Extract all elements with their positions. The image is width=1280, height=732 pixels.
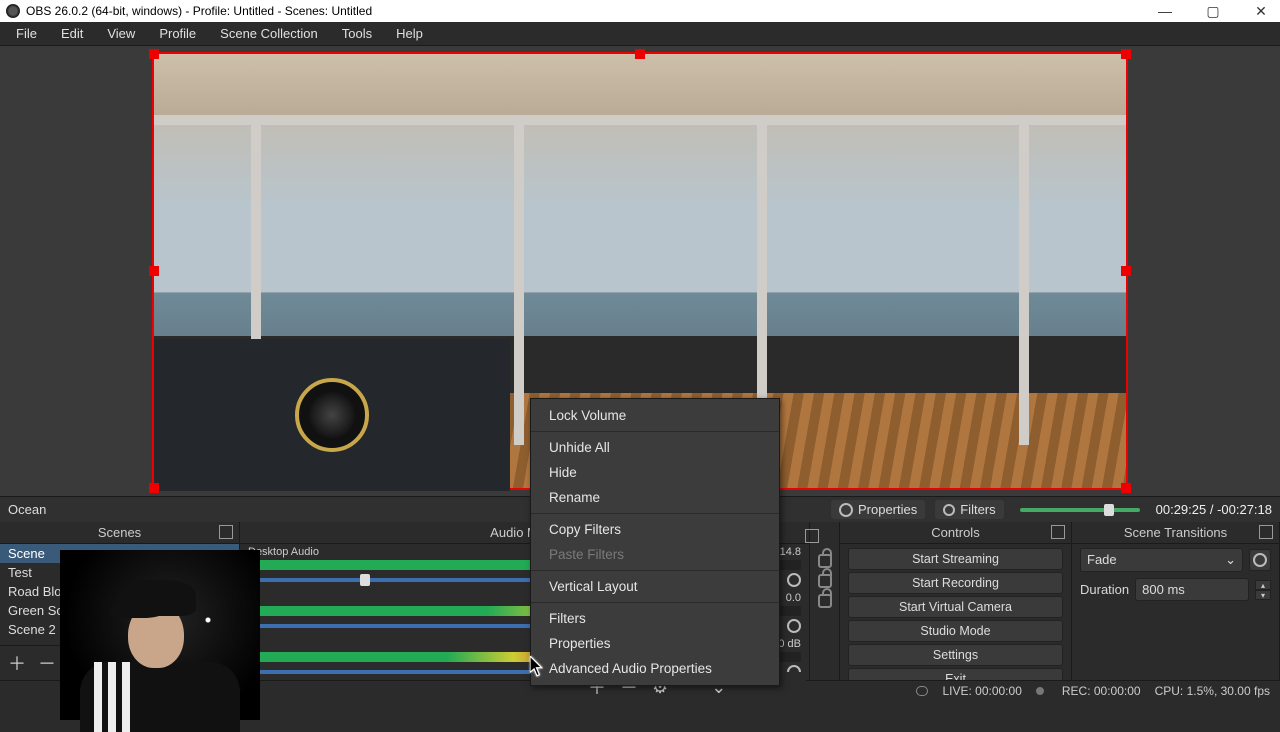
duration-label: Duration [1080, 582, 1129, 597]
transition-select[interactable]: Fade⌄ [1080, 548, 1243, 572]
properties-button[interactable]: Properties [831, 500, 925, 519]
obs-icon [6, 4, 20, 18]
selected-source-name: Ocean [8, 502, 46, 517]
context-menu-item[interactable]: Hide [531, 460, 779, 485]
menu-file[interactable]: File [6, 24, 47, 43]
gear-icon [1253, 553, 1267, 567]
control-button[interactable]: Start Recording [848, 572, 1063, 594]
status-rec: REC: 00:00:00 [1062, 684, 1141, 698]
context-menu-item[interactable]: Rename [531, 485, 779, 510]
lock-icon[interactable] [818, 554, 832, 568]
menu-view[interactable]: View [97, 24, 145, 43]
add-scene-button[interactable]: ＋ [8, 650, 26, 676]
menu-tools[interactable]: Tools [332, 24, 382, 43]
menu-scene-collection[interactable]: Scene Collection [210, 24, 328, 43]
chevron-down-icon: ⌄ [1225, 552, 1236, 568]
control-button[interactable]: Exit [848, 668, 1063, 680]
source-locks [810, 522, 840, 680]
transitions-panel: Scene Transitions Fade⌄ Duration 800 ms … [1072, 522, 1280, 680]
broadcast-icon [916, 686, 928, 696]
controls-header: Controls [931, 525, 979, 540]
control-button[interactable]: Studio Mode [848, 620, 1063, 642]
scenes-header: Scenes [98, 525, 141, 540]
maximize-button[interactable]: ▢ [1200, 3, 1226, 20]
control-button[interactable]: Start Virtual Camera [848, 596, 1063, 618]
menu-profile[interactable]: Profile [149, 24, 206, 43]
context-menu-item[interactable]: Lock Volume [531, 403, 779, 428]
control-button[interactable]: Start Streaming [848, 548, 1063, 570]
popout-icon[interactable] [805, 529, 819, 543]
filters-button[interactable]: Filters [935, 500, 1003, 519]
popout-icon[interactable] [1259, 525, 1273, 539]
source-overlay[interactable] [154, 339, 510, 491]
track-db: 0.0 [786, 592, 801, 604]
context-menu-item[interactable]: Properties [531, 631, 779, 656]
minimize-button[interactable]: — [1152, 3, 1178, 20]
context-menu-item[interactable]: Advanced Audio Properties [531, 656, 779, 681]
logo-icon [295, 378, 369, 452]
duration-input[interactable]: 800 ms [1135, 578, 1249, 601]
rec-indicator-icon [1036, 687, 1044, 695]
audio-context-menu: Lock Volume Unhide AllHideRename Copy Filt… [530, 398, 780, 686]
media-time: 00:29:25 / -00:27:18 [1156, 502, 1272, 517]
track-settings-button[interactable] [787, 573, 801, 587]
context-menu-item[interactable]: Filters [531, 606, 779, 631]
menu-bar: File Edit View Profile Scene Collection … [0, 22, 1280, 46]
context-menu-item: Paste Filters [531, 542, 779, 567]
transitions-header: Scene Transitions [1124, 525, 1227, 540]
context-menu-item[interactable]: Unhide All [531, 435, 779, 460]
lock-icon[interactable] [818, 574, 832, 588]
control-button[interactable]: Settings [848, 644, 1063, 666]
menu-help[interactable]: Help [386, 24, 433, 43]
track-settings-button[interactable] [787, 619, 801, 633]
webcam-overlay [60, 550, 260, 720]
title-bar: OBS 26.0.2 (64-bit, windows) - Profile: … [0, 0, 1280, 22]
status-live: LIVE: 00:00:00 [942, 684, 1021, 698]
filter-icon [943, 504, 955, 516]
window-title: OBS 26.0.2 (64-bit, windows) - Profile: … [26, 4, 1152, 18]
menu-edit[interactable]: Edit [51, 24, 93, 43]
lock-icon[interactable] [818, 594, 832, 608]
controls-panel: Controls Start StreamingStart RecordingS… [840, 522, 1072, 680]
popout-icon[interactable] [1051, 525, 1065, 539]
transition-settings-button[interactable] [1249, 549, 1271, 571]
media-seek-slider[interactable] [1020, 508, 1140, 512]
close-button[interactable]: ✕ [1248, 3, 1274, 20]
context-menu-item[interactable]: Copy Filters [531, 517, 779, 542]
status-cpu: CPU: 1.5%, 30.00 fps [1155, 684, 1270, 698]
remove-scene-button[interactable]: － [38, 650, 56, 676]
spin-down[interactable]: ▾ [1255, 590, 1271, 600]
gear-icon [839, 503, 853, 517]
context-menu-item[interactable]: Vertical Layout [531, 574, 779, 599]
spin-up[interactable]: ▴ [1255, 580, 1271, 590]
cursor-icon [530, 656, 544, 676]
popout-icon[interactable] [219, 525, 233, 539]
